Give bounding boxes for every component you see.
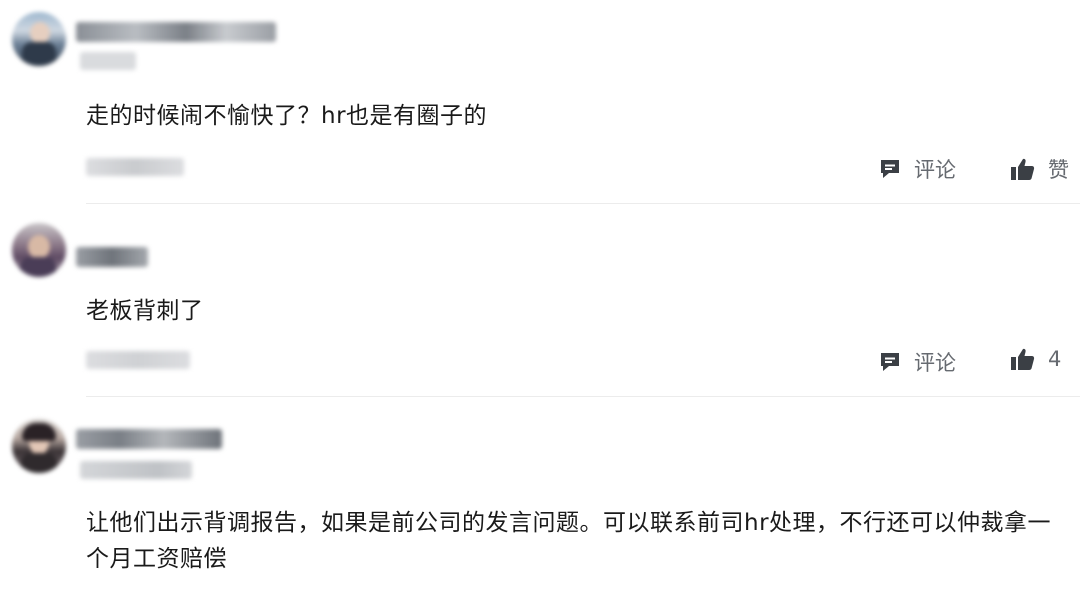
avatar[interactable] xyxy=(12,12,66,66)
comment-text: 让他们出示背调报告，如果是前公司的发言问题。可以联系前司hr处理，不行还可以仲裁… xyxy=(86,510,1052,572)
user-meta-blurred xyxy=(80,52,136,70)
comment-label: 评论 xyxy=(914,158,956,182)
comment-item: 走的时候闹不愉快了？hr也是有圈子的 评论 赞 xyxy=(0,0,1080,205)
thumbs-up-icon xyxy=(1010,347,1036,371)
divider xyxy=(86,203,1080,204)
comment-item: 让他们出示背调报告，如果是前公司的发言问题。可以联系前司hr处理，不行还可以仲裁… xyxy=(0,397,1080,589)
avatar[interactable] xyxy=(12,223,66,277)
like-count: 赞 xyxy=(1048,158,1069,182)
comment-label: 评论 xyxy=(914,351,956,375)
like-button[interactable]: 4 xyxy=(1010,347,1061,371)
user-meta-blurred xyxy=(80,461,192,479)
comment-button[interactable]: 评论 xyxy=(878,154,956,184)
comment-icon xyxy=(878,157,902,181)
username-blurred[interactable] xyxy=(76,22,276,42)
comment-icon xyxy=(878,350,902,374)
comment-text: 走的时候闹不愉快了？hr也是有圈子的 xyxy=(86,103,488,129)
comment-list: 走的时候闹不愉快了？hr也是有圈子的 评论 赞 老板背刺了 评论 4 让他们出示… xyxy=(0,0,1080,589)
timestamp-blurred xyxy=(86,158,184,176)
comment-text: 老板背刺了 xyxy=(86,298,204,324)
like-button[interactable]: 赞 xyxy=(1010,154,1069,184)
comment-item: 老板背刺了 评论 4 xyxy=(0,205,1080,397)
username-blurred[interactable] xyxy=(76,247,148,267)
username-blurred[interactable] xyxy=(76,429,222,449)
timestamp-blurred xyxy=(86,351,190,369)
comment-button[interactable]: 评论 xyxy=(878,347,956,377)
thumbs-up-icon xyxy=(1010,157,1036,181)
avatar[interactable] xyxy=(12,419,66,473)
like-count: 4 xyxy=(1048,347,1062,371)
